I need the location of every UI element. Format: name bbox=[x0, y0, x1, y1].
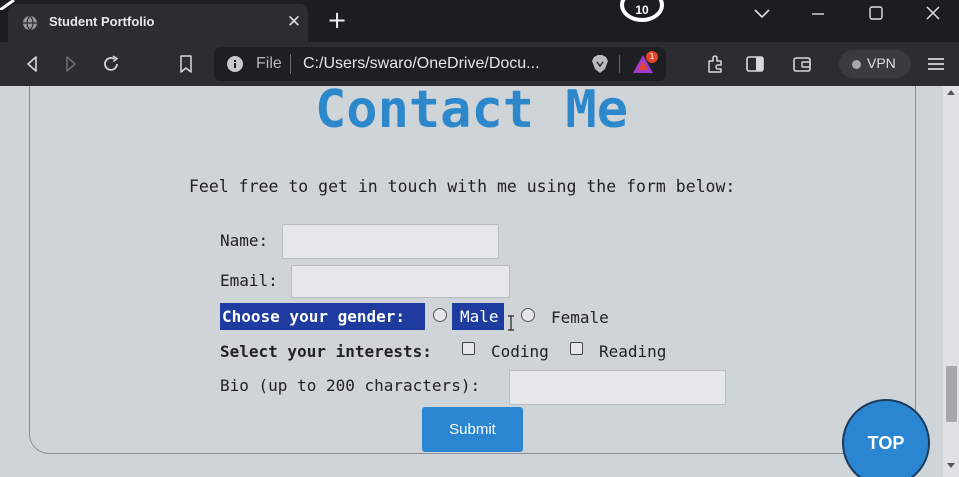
url-text[interactable]: C:/Users/swaro/OneDrive/Docu... bbox=[303, 55, 540, 73]
page-heading: Contact Me bbox=[314, 86, 629, 140]
new-tab-button[interactable]: + bbox=[325, 8, 349, 32]
gender-label: Choose your gender: bbox=[220, 303, 425, 330]
rewards-badge: 1 bbox=[646, 51, 658, 63]
bookmark-icon[interactable] bbox=[175, 53, 197, 75]
browser-toolbar: File C:/Users/swaro/OneDrive/Docu... 1 V… bbox=[0, 42, 959, 86]
tab-search-icon[interactable] bbox=[744, 2, 780, 26]
close-window-icon[interactable] bbox=[915, 2, 951, 26]
maximize-icon[interactable] bbox=[858, 2, 894, 26]
name-label: Name: bbox=[220, 231, 269, 250]
menu-icon[interactable] bbox=[925, 53, 947, 75]
email-input[interactable] bbox=[291, 265, 510, 298]
interests-label: Select your interests: bbox=[220, 342, 432, 361]
extensions-icon[interactable] bbox=[704, 53, 726, 75]
url-divider bbox=[290, 54, 291, 74]
bio-input[interactable] bbox=[509, 370, 726, 405]
url-divider-2 bbox=[619, 55, 620, 73]
gender-female-radio[interactable] bbox=[521, 308, 535, 322]
reload-icon[interactable] bbox=[100, 53, 122, 75]
wallet-icon[interactable] bbox=[791, 53, 813, 75]
info-icon[interactable] bbox=[227, 56, 243, 72]
scroll-up-icon[interactable] bbox=[947, 88, 955, 96]
vpn-button[interactable]: VPN bbox=[839, 50, 911, 78]
address-bar[interactable]: File C:/Users/swaro/OneDrive/Docu... 1 bbox=[214, 47, 666, 81]
browser-title-bar: Student Portfolio ✕ + 10 bbox=[0, 0, 959, 42]
interest-reading-checkbox[interactable] bbox=[570, 342, 583, 355]
email-label: Email: bbox=[220, 271, 278, 290]
minimize-icon[interactable] bbox=[800, 2, 836, 26]
brave-shield-icon[interactable] bbox=[590, 54, 610, 74]
forward-icon[interactable] bbox=[60, 53, 82, 75]
interest-reading-label[interactable]: Reading bbox=[599, 342, 666, 361]
back-icon[interactable] bbox=[21, 53, 43, 75]
gender-male-radio[interactable] bbox=[433, 308, 447, 322]
scrollbar-thumb[interactable] bbox=[946, 366, 957, 422]
tab-title: Student Portfolio bbox=[49, 14, 155, 29]
globe-icon bbox=[23, 15, 37, 31]
interest-coding-checkbox[interactable] bbox=[462, 342, 475, 355]
page-viewport: Contact Me Feel free to get in touch wit… bbox=[0, 86, 943, 477]
interest-coding-label[interactable]: Coding bbox=[491, 342, 549, 361]
name-input[interactable] bbox=[282, 224, 499, 259]
vpn-status-icon bbox=[852, 60, 861, 69]
gender-female-label[interactable]: Female bbox=[551, 308, 609, 327]
text-cursor-icon bbox=[508, 315, 514, 331]
sidebar-icon[interactable] bbox=[744, 53, 766, 75]
gender-male-label[interactable]: Male bbox=[452, 303, 504, 330]
scroll-down-icon[interactable] bbox=[947, 462, 955, 470]
bio-label: Bio (up to 200 characters): bbox=[220, 376, 481, 395]
notification-badge: 10 bbox=[620, 0, 664, 22]
url-scheme-label: File bbox=[256, 55, 282, 72]
vertical-scrollbar[interactable] bbox=[943, 86, 959, 477]
vpn-label: VPN bbox=[867, 55, 896, 71]
intro-text: Feel free to get in touch with me using … bbox=[189, 177, 736, 196]
submit-button[interactable]: Submit bbox=[422, 407, 523, 452]
back-to-top-button[interactable]: TOP bbox=[842, 399, 930, 477]
tab-close-icon[interactable]: ✕ bbox=[285, 13, 303, 31]
tab-student-portfolio[interactable]: Student Portfolio ✕ bbox=[8, 4, 308, 42]
